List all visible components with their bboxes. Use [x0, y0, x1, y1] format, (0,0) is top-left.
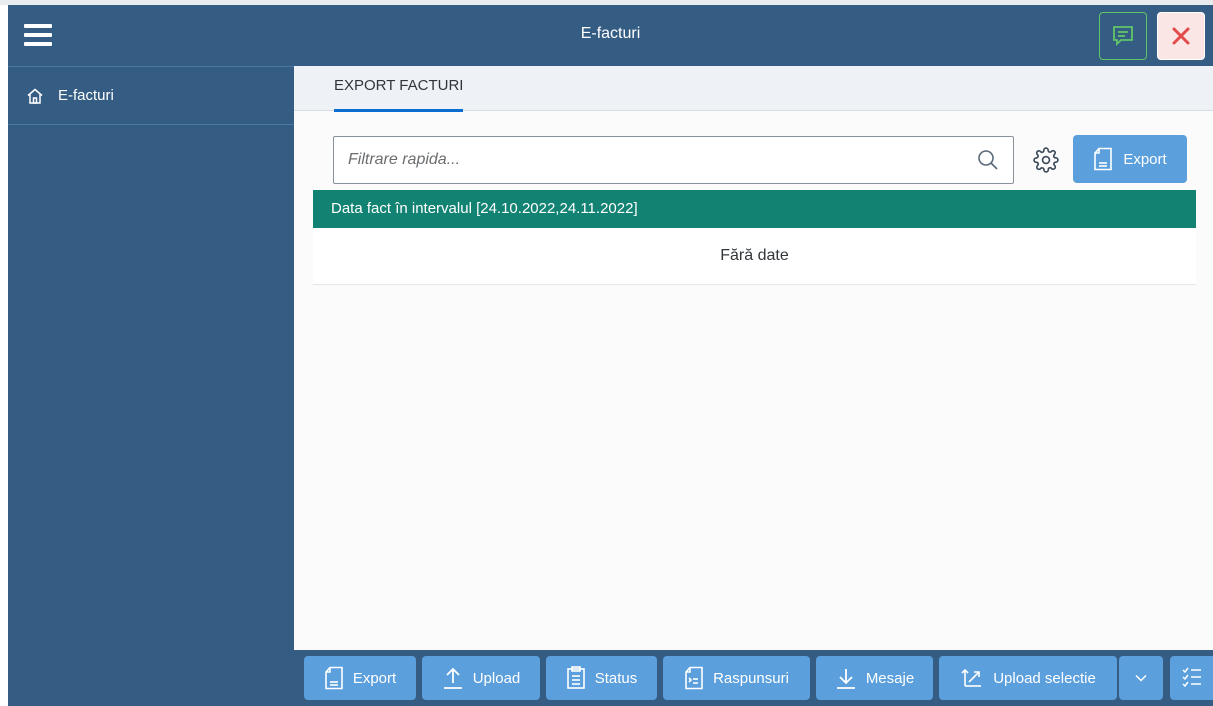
sidebar-item-label: E-facturi [58, 87, 114, 104]
search-input[interactable] [334, 137, 964, 183]
footer-toolbar: Export Upload Status Raspunsuri Mesaje U… [294, 650, 1213, 706]
footer-button-label: Export [352, 669, 397, 687]
checklist-icon [1181, 667, 1201, 688]
chevron-down-icon [1135, 674, 1147, 682]
footer-button-label: Upload [472, 669, 521, 687]
overflow-checklist-button[interactable] [1170, 656, 1213, 700]
responses-icon [685, 666, 703, 690]
document-icon [1094, 147, 1113, 171]
export-button-label: Export [1123, 150, 1167, 168]
footer-button-label: Raspunsuri [713, 669, 789, 687]
footer-raspunsuri-button[interactable]: Raspunsuri [663, 656, 810, 700]
tab-export-facturi[interactable]: EXPORT FACTURI [334, 66, 464, 112]
main-content: EXPORT FACTURI Export Data fact în inter… [294, 66, 1213, 706]
empty-table-message: Fără date [313, 228, 1196, 285]
upload-options-dropdown-button[interactable] [1119, 656, 1163, 700]
app-title: E-facturi [580, 25, 641, 42]
footer-status-button[interactable]: Status [546, 656, 657, 700]
upload-selection-icon [961, 668, 982, 687]
search-field [333, 136, 1014, 184]
footer-mesaje-button[interactable]: Mesaje [816, 656, 933, 700]
search-icon[interactable] [977, 149, 999, 171]
sidebar: E-facturi [8, 66, 294, 706]
tab-bar: EXPORT FACTURI [294, 66, 1213, 112]
footer-export-button[interactable]: Export [304, 656, 416, 700]
filter-info-bar: Data fact în intervalul [24.10.2022,24.1… [313, 190, 1196, 228]
feedback-icon [1113, 26, 1133, 47]
close-button[interactable] [1157, 12, 1205, 60]
footer-button-label: Upload selectie [993, 669, 1096, 687]
app-shell: E-facturi E-facturi EXPORT FACTURI Filtr… [0, 5, 1213, 706]
document-icon [325, 666, 343, 690]
app-header: E-facturi [8, 5, 1213, 66]
home-icon [26, 87, 44, 105]
close-icon [1172, 27, 1190, 45]
download-icon [836, 669, 855, 689]
clipboard-icon [566, 666, 585, 689]
feedback-button[interactable] [1099, 12, 1147, 60]
sidebar-item-e-facturi[interactable]: E-facturi [8, 67, 294, 125]
settings-gear-icon[interactable] [1033, 147, 1059, 173]
footer-button-label: Mesaje [865, 669, 915, 687]
export-button[interactable]: Export [1073, 135, 1187, 183]
footer-button-label: Status [594, 669, 638, 687]
footer-upload-button[interactable]: Upload [422, 656, 540, 700]
footer-upload-selectie-button[interactable]: Upload selectie [939, 656, 1117, 700]
upload-icon [443, 667, 462, 689]
